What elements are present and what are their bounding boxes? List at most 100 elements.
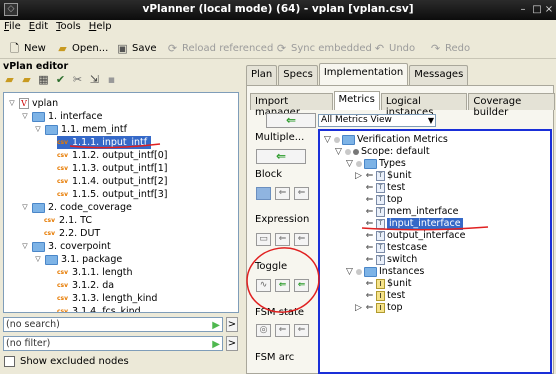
type-icon: T [376, 195, 385, 205]
tree-node[interactable]: ▷ ⇐ Itop [354, 302, 403, 314]
tree-node[interactable]: ▽ Vvplan [8, 97, 58, 110]
toggle-add-icon[interactable]: ⇐ [275, 279, 290, 292]
search-next-button[interactable]: > [226, 317, 238, 332]
show-excluded-checkbox[interactable] [4, 356, 15, 367]
tree-node[interactable]: ▽ 1. interface [21, 110, 102, 123]
tree-node[interactable]: csv 2.1. TC [44, 214, 92, 227]
collapse-icon[interactable]: ▽ [34, 253, 42, 266]
tree-node[interactable]: ⇐ Ttest [365, 182, 405, 194]
close-button[interactable]: × [542, 3, 556, 16]
block-add-icon[interactable]: ⇐ [275, 187, 290, 200]
expand-icon[interactable]: ▷ [354, 170, 363, 182]
apply-filter-icon[interactable]: ▶ [212, 338, 220, 351]
tree-node[interactable]: ▽ Types [345, 158, 406, 170]
tree-node[interactable]: ▽ 3.1. package [34, 253, 122, 266]
open-button[interactable]: ▰ Open... [56, 39, 108, 57]
expression-metric-icon[interactable]: ▭ [256, 233, 271, 246]
redo-button[interactable]: ↷ Redo [429, 39, 470, 57]
show-excluded-toggle[interactable]: Show excluded nodes [4, 356, 129, 367]
tree-node[interactable]: ⇐ Toutput_interface [365, 230, 465, 242]
block-metric-icon[interactable] [256, 187, 271, 200]
menu-file[interactable]: File [0, 20, 25, 33]
add-folder-icon[interactable]: ▰ [20, 73, 33, 86]
new-button[interactable]: 🗋 New [8, 39, 46, 57]
tree-node[interactable]: csv 3.1.1. length [57, 266, 133, 279]
add-metrics-button[interactable]: ⇐ [266, 113, 316, 128]
folder-icon [45, 254, 58, 265]
expression-add-all-icon[interactable]: ⇐ [294, 233, 309, 246]
collapse-icon[interactable]: ▽ [21, 201, 29, 214]
collapse-icon[interactable]: ▽ [345, 266, 354, 278]
undo-button[interactable]: ↶ Undo [373, 39, 415, 57]
menu-tools[interactable]: Tools [52, 20, 85, 33]
delete-icon[interactable]: ▪ [105, 73, 118, 86]
tree-node[interactable]: ⇐ Ttestcase [365, 242, 427, 254]
tree-node[interactable]: csv 1.1.5. output_intf[3] [57, 188, 167, 201]
tab-metrics[interactable]: Metrics [333, 91, 380, 110]
filter-field[interactable]: (no filter) ▶ [3, 336, 223, 351]
new-file-icon: 🗋 [10, 41, 19, 55]
collapse-icon[interactable]: ▽ [334, 146, 343, 158]
block-add-all-icon[interactable]: ⇐ [294, 187, 309, 200]
tree-node[interactable]: csv 3.1.3. length_kind [57, 292, 157, 305]
tree-node[interactable]: ⇐ Tswitch [365, 254, 417, 266]
collapse-icon[interactable]: ▽ [323, 134, 332, 146]
tree-node[interactable]: csv 1.1.4. output_intf[2] [57, 175, 167, 188]
tree-node[interactable]: csv 1.1.3. output_intf[1] [57, 162, 167, 175]
tree-node[interactable]: csv 1.1.2. output_intf[0] [57, 149, 167, 162]
tab-specs[interactable]: Specs [278, 65, 318, 85]
tree-node-selected[interactable]: csv 1.1.1. input_intf [57, 136, 152, 149]
toggle-metric-icon[interactable]: ∿ [256, 279, 271, 292]
tab-implementation[interactable]: Implementation [318, 63, 409, 85]
menu-edit[interactable]: Edit [25, 20, 52, 33]
save-button[interactable]: ▣ Save [116, 39, 156, 57]
folder-icon [32, 111, 45, 122]
search-field[interactable]: (no search) ▶ [3, 317, 223, 332]
multiple-add-button[interactable]: ⇐ [256, 149, 306, 164]
expand-icon[interactable]: ▷ [354, 302, 363, 314]
tree-node[interactable]: ⇐ Tmem_interface [365, 206, 458, 218]
tree-node[interactable]: csv 3.1.4. fcs_kind [57, 305, 141, 312]
tab-messages[interactable]: Messages [409, 65, 469, 85]
tree-node[interactable]: ⇐ I $unit [365, 278, 411, 290]
tree-node[interactable]: ▽ Instances [345, 266, 424, 278]
collapse-icon[interactable]: ▽ [21, 240, 29, 253]
table-icon[interactable]: ▦ [37, 73, 50, 86]
collapse-icon[interactable]: ▽ [34, 123, 42, 136]
minimize-button[interactable]: – [516, 3, 530, 16]
collapse-icon[interactable]: ▽ [345, 158, 354, 170]
reload-referenced-button[interactable]: ⟳ Reload referenced [166, 39, 273, 57]
tree-node[interactable]: ▽ 1.1. mem_intf [34, 123, 127, 136]
tree-node[interactable]: ▽ Verification Metrics [323, 134, 448, 146]
tools-icon[interactable]: ✂ [71, 73, 84, 86]
tree-node[interactable]: ▽ 2. code_coverage [21, 201, 132, 214]
tab-import-manager[interactable]: Import manager [250, 93, 333, 118]
fsm-state-add-icon[interactable]: ⇐ [275, 324, 290, 337]
tree-node[interactable]: ▽ Scope: default [334, 146, 430, 158]
menu-help[interactable]: Help [85, 20, 116, 33]
tab-plan[interactable]: Plan [246, 65, 278, 85]
tree-node-selected[interactable]: ⇐ Tinput_interface [365, 218, 463, 230]
run-search-icon[interactable]: ▶ [212, 319, 220, 332]
fsm-state-metric-icon[interactable]: ◎ [256, 324, 271, 337]
filter-next-button[interactable]: > [226, 336, 238, 351]
tab-coverage-builder[interactable]: Coverage builder [468, 93, 556, 118]
tree-node[interactable]: ⇐ Itest [365, 290, 405, 302]
tree-node[interactable]: csv 2.2. DUT [44, 227, 100, 240]
fsm-state-add-all-icon[interactable]: ⇐ [294, 324, 309, 337]
tree-node[interactable]: ▷ ⇐ T $unit [354, 170, 411, 182]
export-icon[interactable]: ⇲ [88, 73, 101, 86]
toggle-add-all-icon[interactable]: ⇐ [294, 279, 309, 292]
csv-icon: csv [57, 178, 69, 185]
tree-node[interactable]: ⇐ Ttop [365, 194, 403, 206]
expression-add-icon[interactable]: ⇐ [275, 233, 290, 246]
metrics-view-select[interactable]: All Metrics View ▼ [318, 114, 436, 127]
tab-logical-instances[interactable]: Logical instances [380, 93, 468, 118]
sync-embedded-button[interactable]: ⟳ Sync embedded [275, 39, 372, 57]
new-section-icon[interactable]: ▰ [3, 73, 16, 86]
collapse-icon[interactable]: ▽ [8, 97, 16, 110]
collapse-icon[interactable]: ▽ [21, 110, 29, 123]
check-icon[interactable]: ✔ [54, 73, 67, 86]
tree-node[interactable]: ▽ 3. coverpoint [21, 240, 110, 253]
tree-node[interactable]: csv 3.1.2. da [57, 279, 114, 292]
